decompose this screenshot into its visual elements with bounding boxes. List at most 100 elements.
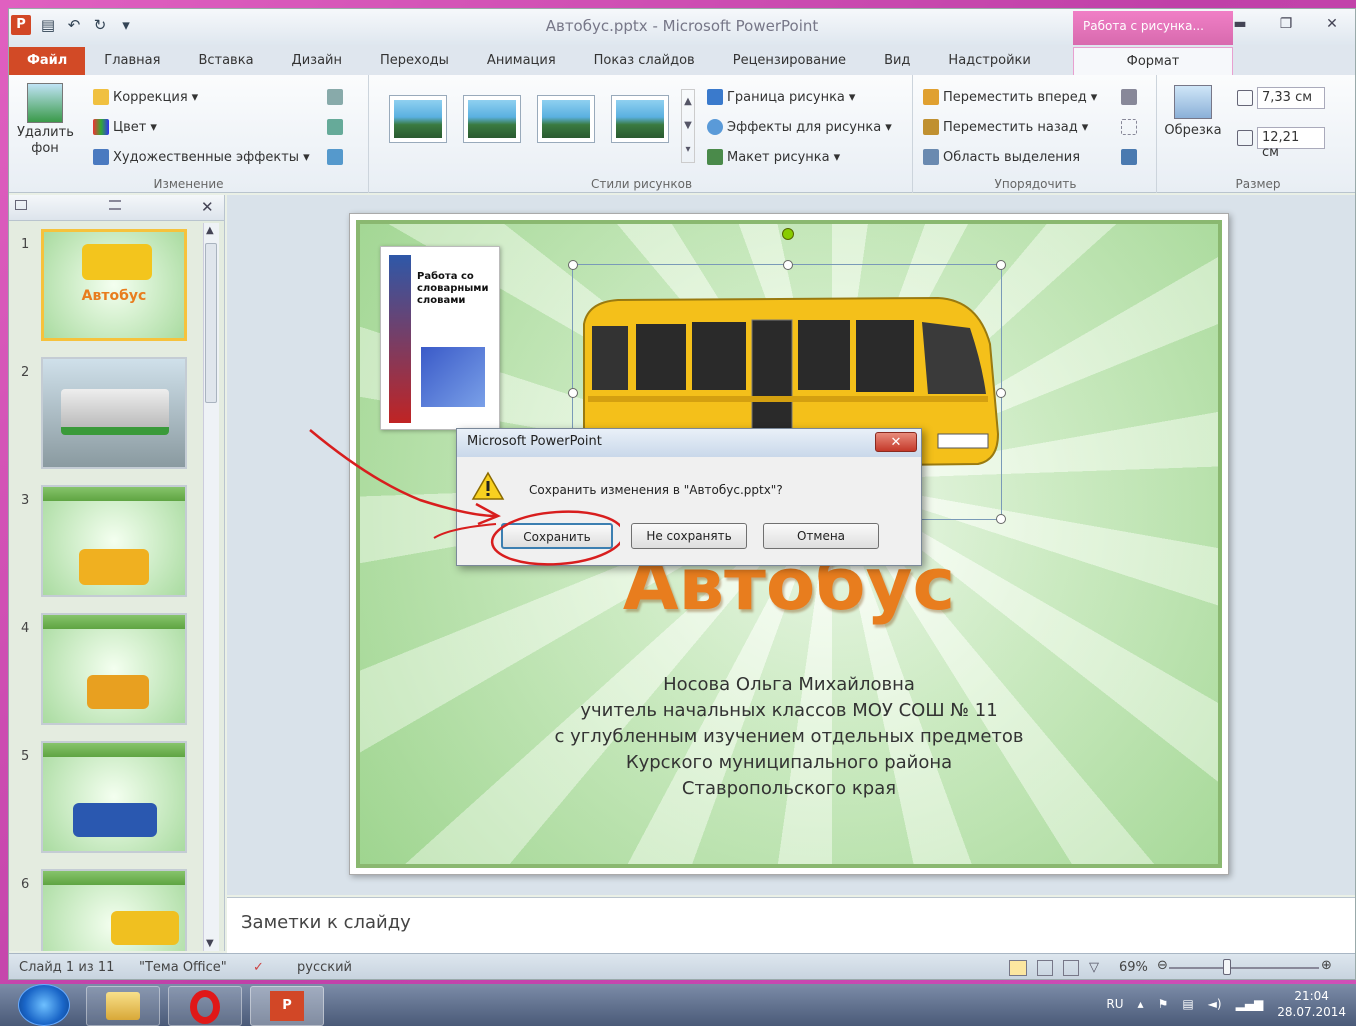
input-language[interactable]: RU [1106,997,1123,1011]
picture-border-button[interactable]: Граница рисунка ▾ [707,89,855,105]
color-button[interactable]: Цвет ▾ [93,119,157,135]
save-button[interactable]: Сохранить [501,523,613,549]
tab-slideshow[interactable]: Показ слайдов [575,47,714,75]
slideshow-icon[interactable]: ▽ [1089,960,1103,976]
author-line: учитель начальных классов МОУ СОШ № 11 [580,700,998,721]
signal-icon[interactable]: ▂▄▆ [1236,997,1264,1011]
picture-effects-button[interactable]: Эффекты для рисунка ▾ [707,119,892,135]
height-spinner[interactable]: 7,33 см [1237,87,1325,109]
tab-format[interactable]: Формат [1073,47,1233,75]
tab-insert[interactable]: Вставка [179,47,272,75]
theme-name[interactable]: "Тема Office" [139,960,227,975]
close-pane-icon[interactable]: ✕ [201,198,214,216]
powerpoint-taskbar-item[interactable]: P [250,986,324,1026]
tab-file[interactable]: Файл [9,47,86,75]
slide-thumbnail-1[interactable]: Автобус [41,229,187,341]
selection-pane-button[interactable]: Область выделения [923,149,1080,165]
tab-animations[interactable]: Анимация [468,47,575,75]
clock[interactable]: 21:04 28.07.2014 [1277,988,1346,1020]
tab-addins[interactable]: Надстройки [929,47,1049,75]
bring-forward-button[interactable]: Переместить вперед ▾ [923,89,1097,105]
picture-effects-label: Эффекты для рисунка [727,119,882,135]
reading-view-icon[interactable] [1063,960,1079,976]
align-icon[interactable] [1121,89,1137,105]
dont-save-button[interactable]: Не сохранять [631,523,747,549]
tab-review[interactable]: Рецензирование [714,47,865,75]
tray-expand-icon[interactable]: ▴ [1138,997,1144,1011]
scroll-thumb[interactable] [205,243,217,403]
powerpoint-icon: P [270,991,304,1021]
crop-button[interactable]: Обрезка [1163,85,1223,138]
network-icon[interactable]: ▤ [1182,997,1193,1011]
styles-gallery-scroll[interactable]: ▲ ▼ ▾ [681,89,695,163]
reset-picture-icon[interactable] [327,149,343,165]
slide-thumbnail-2[interactable] [41,357,187,469]
group-size-label: Размер [1235,177,1281,191]
scroll-up-icon[interactable]: ▲ [206,225,214,236]
width-spinner[interactable]: 12,21 см [1237,127,1325,160]
picture-style-4[interactable] [611,95,669,143]
warning-icon [471,471,505,500]
zoom-level[interactable]: 69% [1119,960,1148,975]
language[interactable]: русский [297,960,352,975]
slide-subtitle[interactable]: Носова Ольга Михайловна учитель начальны… [360,672,1218,802]
group-adjust-label: Изменение [153,177,224,191]
tab-slides[interactable] [15,199,95,217]
artistic-effects-button[interactable]: Художественные эффекты ▾ [93,149,310,165]
zoom-slider[interactable] [1169,967,1319,969]
remove-background-button[interactable]: Удалить фон [17,83,74,157]
scroll-down-icon[interactable]: ▼ [206,938,214,949]
zoom-in-icon[interactable]: ⊕ [1321,958,1332,973]
slide-thumbnail-5[interactable] [41,741,187,853]
notes-pane[interactable]: Заметки к слайду [227,897,1355,953]
slide-thumbnail-3[interactable] [41,485,187,597]
tab-transitions[interactable]: Переходы [361,47,468,75]
spellcheck-icon[interactable]: ✓ [253,960,264,975]
slides-pane: ✕ 1 Автобус 2 3 4 5 6 ▲ ▼ [9,195,225,951]
rotation-handle[interactable] [782,228,794,240]
textbook-image[interactable]: Работа со словарными словами [380,246,500,430]
normal-view-icon[interactable] [1009,960,1027,976]
opera-taskbar-item[interactable] [168,986,242,1026]
width-input[interactable]: 12,21 см [1257,127,1325,160]
send-backward-button[interactable]: Переместить назад ▾ [923,119,1088,135]
restore-button[interactable]: ❐ [1263,9,1309,41]
minimize-button[interactable]: ▬ [1217,9,1263,41]
slide-sorter-icon[interactable] [1037,960,1053,976]
tab-home[interactable]: Главная [85,47,179,75]
rotate-icon[interactable] [1121,149,1137,165]
explorer-taskbar-item[interactable] [86,986,160,1026]
picture-border-label: Граница рисунка [727,89,845,105]
slide-thumbnail-6[interactable] [41,869,187,951]
compress-pictures-icon[interactable] [327,89,343,105]
zoom-slider-thumb[interactable] [1223,959,1231,975]
slide-thumbnail-4[interactable] [41,613,187,725]
selection-pane-icon [923,149,939,165]
tab-outline[interactable] [109,199,189,217]
action-center-icon[interactable]: ⚑ [1158,997,1169,1011]
slides-scrollbar[interactable]: ▲ ▼ [203,223,219,951]
picture-style-3[interactable] [537,95,595,143]
picture-style-1[interactable] [389,95,447,143]
height-icon [1237,90,1253,106]
zoom-out-icon[interactable]: ⊖ [1157,958,1168,973]
group-objects-icon[interactable] [1121,119,1137,135]
tab-view[interactable]: Вид [865,47,929,75]
cancel-button[interactable]: Отмена [763,523,879,549]
dialog-close-button[interactable]: ✕ [875,432,917,452]
picture-style-2[interactable] [463,95,521,143]
artistic-effects-label: Художественные эффекты [113,149,300,165]
tab-design[interactable]: Дизайн [273,47,361,75]
height-input[interactable]: 7,33 см [1257,87,1325,109]
picture-layout-button[interactable]: Макет рисунка ▾ [707,149,840,165]
close-button[interactable]: ✕ [1309,9,1355,41]
slide-thumbnails: 1 Автобус 2 3 4 5 6 [9,223,203,951]
volume-icon[interactable]: ◄) [1208,997,1222,1011]
bring-forward-icon [923,89,939,105]
change-picture-icon[interactable] [327,119,343,135]
slide-number: 1 [21,237,30,252]
start-button[interactable] [18,984,70,1026]
remove-background-label: Удалить фон [17,125,74,156]
corrections-button[interactable]: Коррекция ▾ [93,89,198,105]
author-line: Ставропольского края [681,778,897,799]
